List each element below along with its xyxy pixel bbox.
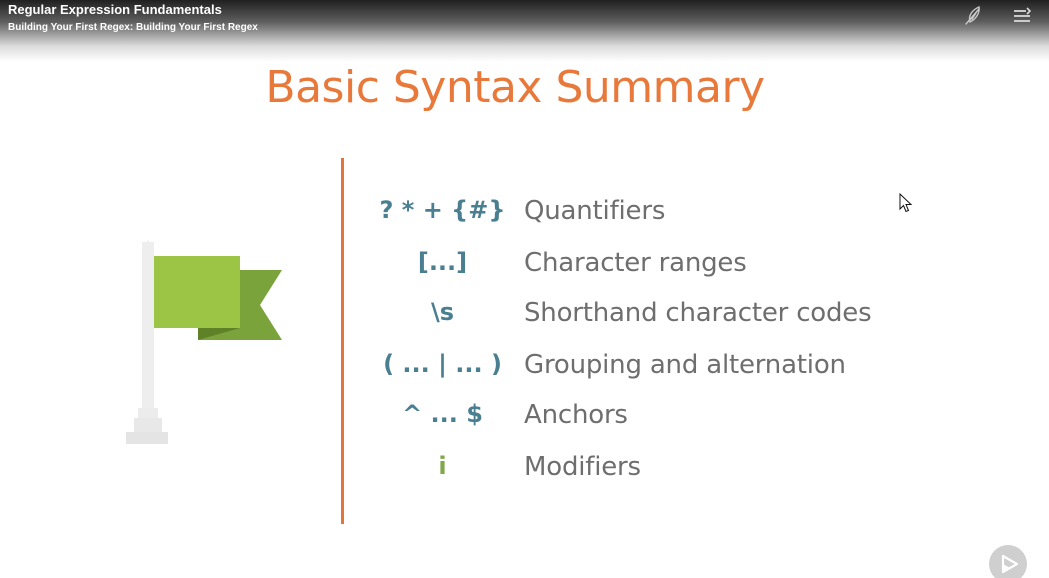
syntax-row-grouping: ( ... | ... ) Grouping and alternation bbox=[360, 350, 880, 390]
player-header: Regular Expression Fundamentals Building… bbox=[0, 0, 1049, 62]
mouse-cursor-icon bbox=[899, 193, 913, 213]
slide-title: Basic Syntax Summary bbox=[265, 62, 765, 113]
vertical-divider bbox=[341, 158, 344, 524]
syntax-description: Character ranges bbox=[524, 248, 747, 278]
syntax-description: Shorthand character codes bbox=[524, 298, 872, 328]
video-player: Basic Syntax Summary ? * + {#} Quantifie… bbox=[0, 0, 1049, 578]
feather-icon[interactable] bbox=[962, 4, 984, 26]
syntax-row-modifiers: i Modifiers bbox=[360, 452, 880, 492]
syntax-symbol: [...] bbox=[417, 248, 468, 276]
flag-icon bbox=[126, 240, 282, 444]
play-icon bbox=[1001, 554, 1019, 574]
syntax-symbol: ( ... | ... ) bbox=[383, 350, 502, 378]
syntax-row-shorthand-codes: \s Shorthand character codes bbox=[360, 298, 880, 338]
syntax-symbol: ^ ... $ bbox=[402, 400, 483, 428]
syntax-description: Modifiers bbox=[524, 452, 641, 482]
table-of-contents-icon[interactable] bbox=[1012, 4, 1034, 26]
module-title: Building Your First Regex: Building Your… bbox=[8, 22, 258, 33]
syntax-description: Grouping and alternation bbox=[524, 350, 846, 380]
syntax-description: Quantifiers bbox=[524, 196, 666, 226]
syntax-row-anchors: ^ ... $ Anchors bbox=[360, 400, 880, 440]
syntax-symbol: ? * + {#} bbox=[379, 196, 506, 224]
syntax-description: Anchors bbox=[524, 400, 628, 430]
syntax-row-character-ranges: [...] Character ranges bbox=[360, 248, 880, 288]
syntax-symbol: \s bbox=[430, 298, 455, 326]
syntax-row-quantifiers: ? * + {#} Quantifiers bbox=[360, 196, 880, 236]
syntax-symbol: i bbox=[438, 452, 447, 480]
play-button[interactable] bbox=[989, 545, 1027, 578]
course-title: Regular Expression Fundamentals bbox=[8, 2, 222, 17]
